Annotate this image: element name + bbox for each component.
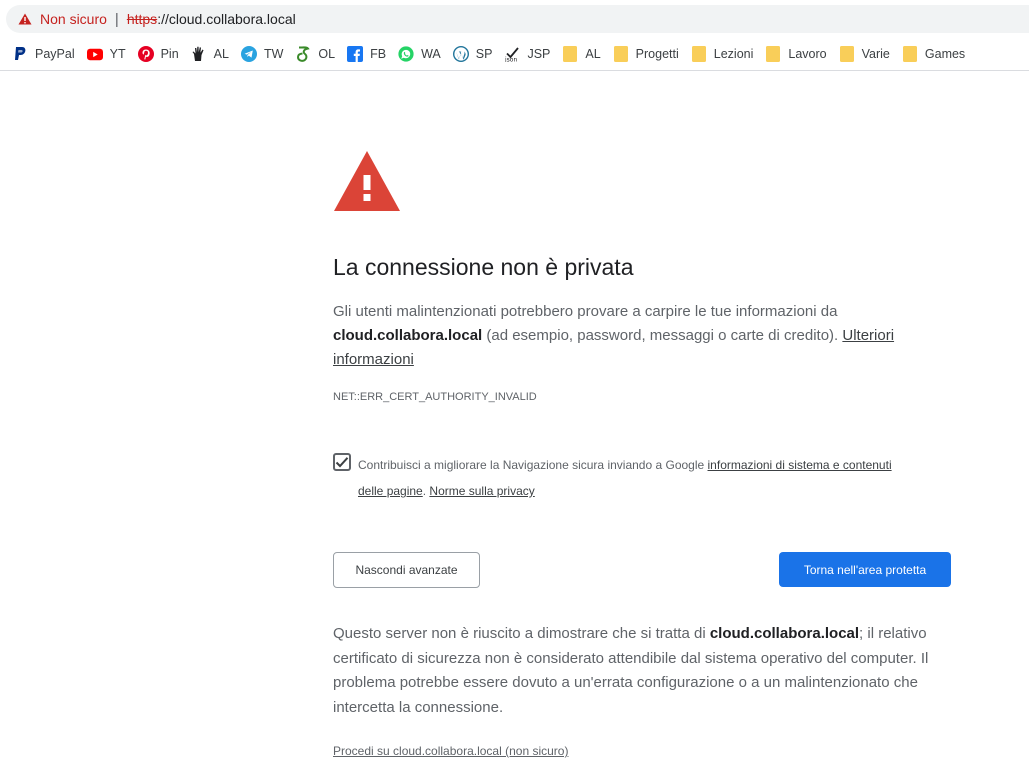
- safe-browsing-checkbox[interactable]: [333, 453, 351, 471]
- url-host[interactable]: ://cloud.collabora.local: [157, 11, 296, 27]
- folder-icon: [765, 46, 781, 62]
- al-hand-icon: [191, 46, 207, 62]
- bookmark-label: Lezioni: [713, 47, 754, 61]
- details-paragraph: Questo server non è riuscito a dimostrar…: [333, 622, 953, 720]
- omnibox-separator: |: [114, 10, 119, 28]
- bookmark-tw[interactable]: TW: [240, 46, 284, 62]
- bookmark-paypal[interactable]: PayPal: [12, 46, 75, 62]
- bookmark-yt[interactable]: YT: [86, 46, 126, 62]
- bookmark-label: Games: [924, 47, 966, 61]
- bookmark-al[interactable]: AL: [562, 46, 601, 62]
- wordpress-icon: [452, 46, 469, 62]
- bookmark-fb[interactable]: FB: [347, 46, 386, 62]
- details-host: cloud.collabora.local: [709, 625, 860, 642]
- bookmark-label: Progetti: [635, 47, 679, 61]
- privacy-policy-link[interactable]: Norme sulla privacy: [429, 484, 534, 498]
- paypal-icon: [12, 46, 28, 62]
- folder-icon: [691, 46, 707, 62]
- bookmark-label: AL: [213, 47, 229, 61]
- safe-browsing-opt-in: Contribuisci a migliorare la Navigazione…: [333, 452, 913, 504]
- folder-icon: [613, 46, 629, 62]
- bookmark-label: Lavoro: [788, 47, 827, 61]
- folder-icon: [562, 46, 578, 62]
- whatsapp-icon: [398, 46, 414, 62]
- bookmarks-bar: PayPal YT Pin AL TW OL FB WA SP json JSP AL Progetti…: [0, 40, 1029, 68]
- bookmark-varie[interactable]: Varie: [839, 46, 890, 62]
- bookmark-wa[interactable]: WA: [398, 46, 441, 62]
- svg-text:json: json: [504, 57, 517, 63]
- checkmark-icon: [335, 457, 349, 468]
- safe-browsing-label: Contribuisci a migliorare la Navigazione…: [358, 458, 708, 472]
- bookmark-al[interactable]: AL: [191, 46, 229, 62]
- intro-host: cloud.collabora.local: [333, 327, 483, 344]
- bookmark-jsp[interactable]: json JSP: [504, 46, 550, 62]
- bookmark-label: WA: [421, 47, 441, 61]
- youtube-icon: [86, 46, 103, 62]
- bookmark-progetti[interactable]: Progetti: [613, 46, 679, 62]
- bookmark-label: JSP: [527, 47, 551, 61]
- intro-paragraph: Gli utenti malintenzionati potrebbero pr…: [333, 300, 933, 372]
- back-to-safety-button[interactable]: Torna nell'area protetta: [779, 552, 951, 587]
- address-bar-row: Non sicuro | https://cloud.collabora.loc…: [0, 0, 1029, 34]
- error-code: NET::ERR_CERT_AUTHORITY_INVALID: [333, 391, 537, 403]
- bookmark-label: OL: [318, 47, 336, 61]
- not-secure-warning-icon[interactable]: [18, 13, 32, 25]
- omnibox[interactable]: Non sicuro | https://cloud.collabora.loc…: [6, 5, 1029, 33]
- page-title: La connessione non è privata: [333, 254, 634, 280]
- bookmark-pin[interactable]: Pin: [137, 46, 179, 62]
- bookmark-label: SP: [475, 47, 493, 61]
- intro-text-2: (ad esempio, password, messaggi o carte …: [482, 327, 843, 344]
- bookmark-label: TW: [263, 47, 284, 61]
- warning-triangle-icon: [333, 150, 401, 212]
- bookmark-label: YT: [109, 47, 126, 61]
- folder-icon: [839, 46, 855, 62]
- bookmark-label: FB: [370, 47, 387, 61]
- bookmark-sp[interactable]: SP: [452, 46, 493, 62]
- bookmark-games[interactable]: Games: [902, 46, 965, 62]
- bookmark-label: Pin: [160, 47, 179, 61]
- hide-advanced-button[interactable]: Nascondi avanzate: [333, 552, 480, 588]
- bookmark-lavoro[interactable]: Lavoro: [765, 46, 827, 62]
- not-secure-label[interactable]: Non sicuro: [40, 11, 107, 27]
- intro-text-1: Gli utenti malintenzionati potrebbero pr…: [333, 303, 838, 320]
- folder-icon: [902, 46, 918, 62]
- telegram-icon: [240, 46, 257, 62]
- pinterest-icon: [137, 46, 154, 62]
- bookmark-label: AL: [585, 47, 601, 61]
- facebook-icon: [347, 46, 364, 62]
- bookmark-ol[interactable]: OL: [295, 46, 335, 62]
- details-text-1: Questo server non è riuscito a dimostrar…: [333, 625, 710, 642]
- toolbar-divider: [0, 70, 1029, 71]
- bookmark-lezioni[interactable]: Lezioni: [691, 46, 754, 62]
- url-scheme[interactable]: https: [127, 11, 157, 27]
- safe-browsing-text: Contribuisci a migliorare la Navigazione…: [358, 452, 913, 504]
- bookmark-label: PayPal: [35, 47, 75, 61]
- proceed-unsafe-link[interactable]: Procedi su cloud.collabora.local (non si…: [333, 744, 568, 758]
- json-icon: json: [504, 46, 520, 62]
- bookmark-label: Varie: [861, 47, 890, 61]
- ol-icon: [295, 46, 311, 62]
